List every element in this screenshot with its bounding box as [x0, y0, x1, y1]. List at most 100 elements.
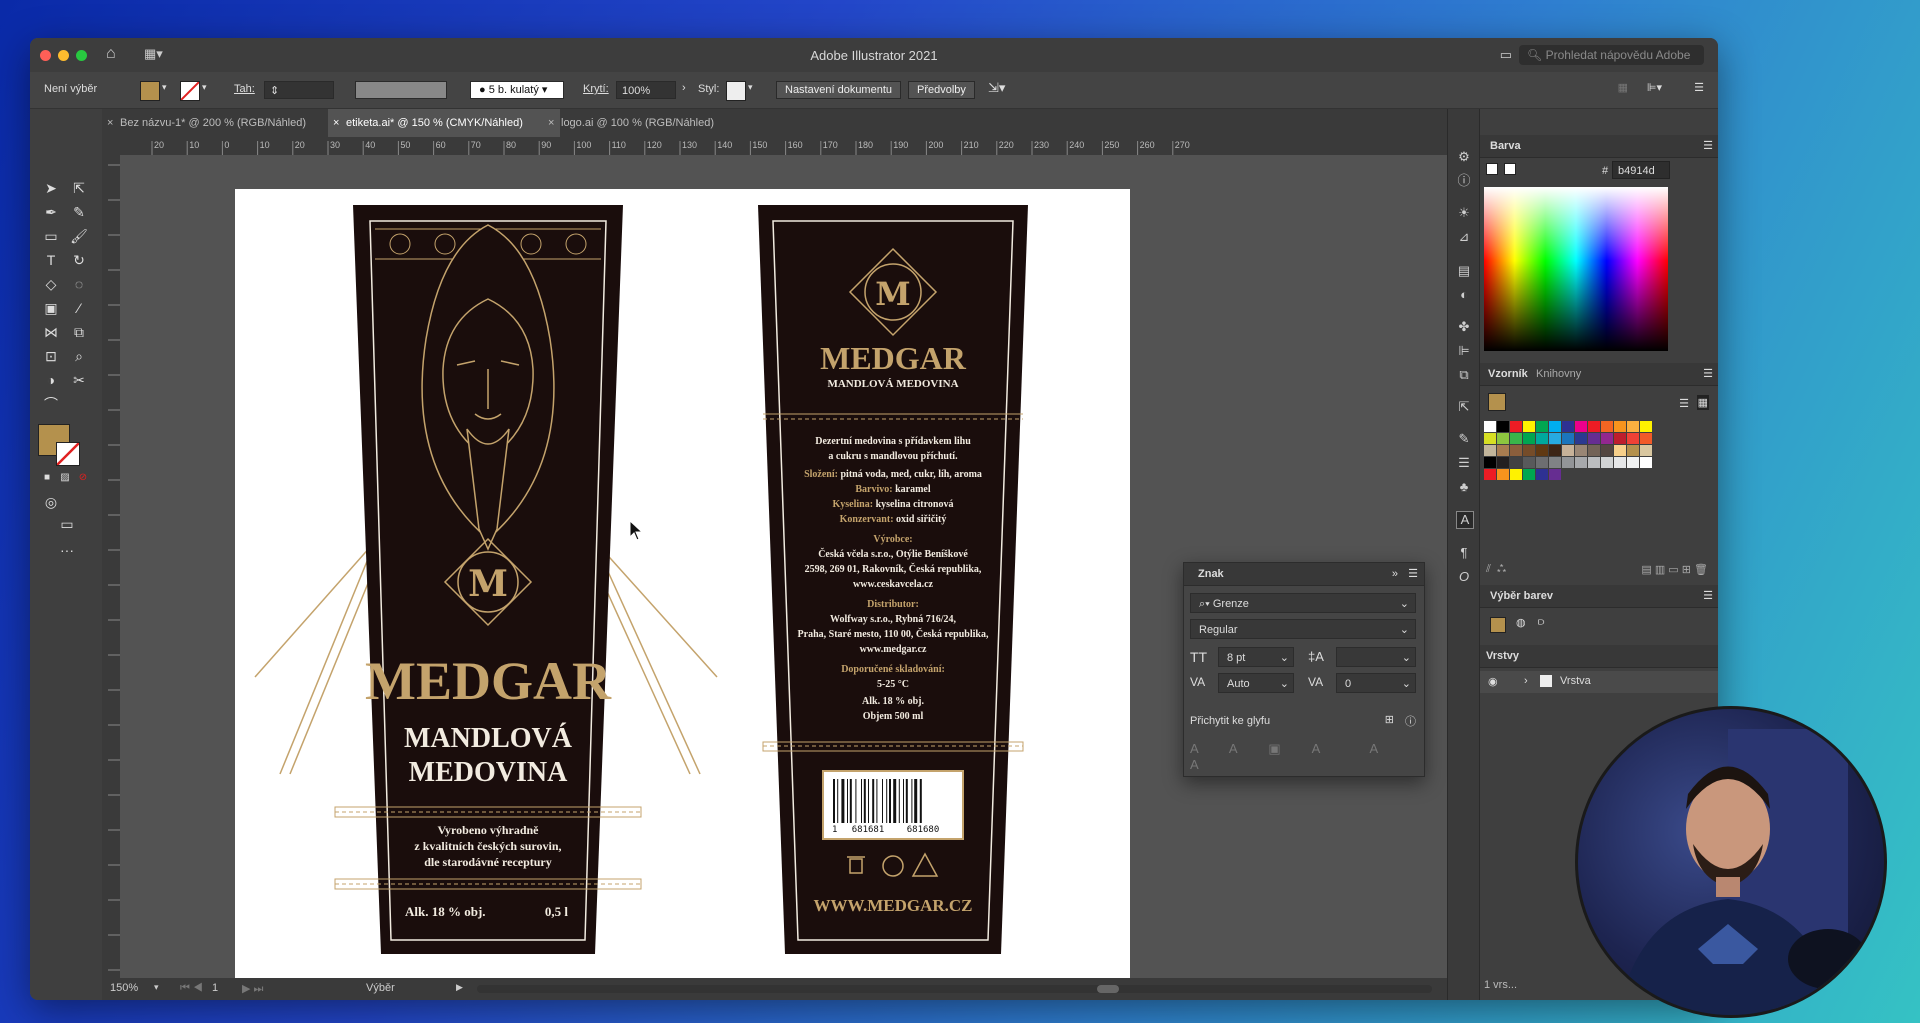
close-tab-icon[interactable]: ×	[333, 109, 339, 137]
color-swatch[interactable]	[1536, 421, 1548, 432]
curvature-tool-icon[interactable]: ✎	[70, 203, 88, 221]
info-icon[interactable]: ⓘ	[1405, 713, 1416, 729]
color-swatch[interactable]	[1510, 469, 1522, 480]
more-tools-icon[interactable]: ···	[58, 541, 76, 559]
color-swatch[interactable]	[1497, 445, 1509, 456]
artboard[interactable]: M MEDGAR MANDLOVÁ MEDOVINA Vyrobeno výhr…	[235, 189, 1130, 978]
color-swatch[interactable]	[1549, 421, 1561, 432]
gradient-tool-icon[interactable]: ▣	[42, 299, 60, 317]
color-swatch[interactable]	[1536, 469, 1548, 480]
draw-mode-icon[interactable]: ◎	[42, 493, 60, 511]
color-swatch[interactable]	[1549, 469, 1561, 480]
color-group-icon[interactable]: ⫐	[1538, 616, 1544, 629]
artboard-nav-icon[interactable]: ⏮ ◀	[180, 982, 203, 995]
character-panel-icon[interactable]: A	[1456, 511, 1474, 529]
live-paint-tool-icon[interactable]: ◑	[42, 371, 60, 389]
character-panel-header[interactable]: Znak » ☰	[1184, 563, 1424, 586]
color-white-icon[interactable]	[1504, 163, 1516, 175]
color-picker-header[interactable]: Výběr barev ☰	[1480, 585, 1718, 608]
color-none-icon[interactable]	[1486, 163, 1498, 175]
symbols-icon[interactable]: ✤	[1456, 319, 1472, 335]
color-swatch[interactable]	[1601, 421, 1613, 432]
eyedropper-tool-icon[interactable]: ⁄	[70, 299, 88, 317]
artboard-tool-icon[interactable]: ⊡	[42, 347, 60, 365]
color-swatch[interactable]	[1575, 433, 1587, 444]
color-swatch[interactable]	[1484, 445, 1496, 456]
artboard-nav-next-icon[interactable]: ▶ ⏭	[242, 982, 263, 996]
glyph-snap-icon[interactable]: ⊞	[1385, 713, 1394, 726]
color-swatch[interactable]	[1627, 421, 1639, 432]
layer-name[interactable]: Vrstva	[1560, 675, 1591, 687]
rotate-tool-icon[interactable]: ↻	[70, 251, 88, 269]
color-swatch[interactable]	[1497, 433, 1509, 444]
leading-field[interactable]: ⌄	[1336, 647, 1416, 667]
tab-libraries[interactable]: Knihovny	[1536, 368, 1581, 380]
scissors-tool-icon[interactable]: ✂	[70, 371, 88, 389]
color-swatch[interactable]	[1536, 433, 1548, 444]
stroke-panel-icon[interactable]: ☰	[1456, 455, 1472, 471]
tab-etiketa[interactable]: × etiketa.ai* @ 150 % (CMYK/Náhled)	[328, 109, 560, 137]
direct-selection-tool-icon[interactable]: ⇱	[70, 179, 88, 197]
transparency-icon[interactable]: ◐	[1456, 287, 1472, 303]
color-swatch[interactable]	[1536, 445, 1548, 456]
align-panel-icon[interactable]: ⊫	[1456, 343, 1472, 359]
pathfinder-icon[interactable]: ⧉	[1456, 367, 1472, 383]
color-swatch[interactable]	[1601, 433, 1613, 444]
color-swatch[interactable]	[1614, 445, 1626, 456]
transform-panel-icon[interactable]: ⊿	[1456, 229, 1472, 245]
color-swatch[interactable]	[1549, 445, 1561, 456]
opentype-icon[interactable]: O	[1456, 569, 1472, 585]
scroll-thumb[interactable]	[1097, 985, 1119, 993]
selection-tool-icon[interactable]: ➤	[42, 179, 60, 197]
picker-swatch[interactable]	[1490, 617, 1506, 633]
brush-definition[interactable]: ● 5 b. kulatý ▾	[470, 81, 564, 99]
color-swatch[interactable]	[1627, 457, 1639, 468]
graphic-style-swatch[interactable]	[726, 81, 746, 101]
swatch-libraries-icon[interactable]: ⫽	[1486, 563, 1491, 575]
panel-menu-icon[interactable]: ☰	[1408, 567, 1418, 580]
color-swatch[interactable]	[1497, 469, 1509, 480]
chevron-down-icon[interactable]: ▾	[748, 82, 753, 93]
rectangle-tool-icon[interactable]: ▭	[42, 227, 60, 245]
color-swatch[interactable]	[1640, 445, 1652, 456]
appearance-icon[interactable]: ☀	[1456, 205, 1472, 221]
paragraph-icon[interactable]: ¶	[1456, 545, 1472, 561]
swatch-actions-icon[interactable]: ▤ ▥ ▭ ⊞ 🗑︎	[1641, 563, 1708, 576]
lasso-tool-icon[interactable]: ◌	[70, 275, 88, 293]
color-swatch[interactable]	[1627, 433, 1639, 444]
color-swatch[interactable]	[1510, 433, 1522, 444]
export-icon[interactable]: ⇱	[1456, 399, 1472, 415]
align-panel-icon[interactable]: ⊫▾	[1647, 81, 1662, 94]
paintbrush-tool-icon[interactable]: 🖌︎	[70, 227, 88, 245]
symbols-club-icon[interactable]: ♣	[1456, 479, 1472, 495]
properties-icon[interactable]: ⚙	[1456, 149, 1472, 165]
color-swatch[interactable]	[1497, 457, 1509, 468]
type-tool-icon[interactable]: T	[42, 251, 60, 269]
play-icon[interactable]: ▶	[456, 982, 463, 993]
pen-tool-icon[interactable]: ✒	[42, 203, 60, 221]
vertical-ruler[interactable]	[102, 155, 121, 978]
visibility-eye-icon[interactable]: ◉	[1488, 675, 1498, 688]
help-search-input[interactable]: 🔍︎ Prohledat nápovědu Adobe	[1519, 45, 1704, 65]
color-swatch[interactable]	[1484, 469, 1496, 480]
color-swatch[interactable]	[1536, 457, 1548, 468]
tracking-field[interactable]: 0 ⌄	[1336, 673, 1416, 693]
color-swatch[interactable]	[1497, 421, 1509, 432]
horizontal-ruler[interactable]: 20 10 0 10 20 30 40 50 60 70 80 90 100 110 120 130 140 15…	[102, 137, 1447, 156]
color-swatch[interactable]	[1575, 421, 1587, 432]
color-swatch[interactable]	[1640, 433, 1652, 444]
expand-chevron-icon[interactable]: ›	[1524, 675, 1528, 687]
kerning-field[interactable]: Auto ⌄	[1218, 673, 1294, 693]
arc-tool-icon[interactable]: ⌒	[42, 395, 60, 413]
color-swatch[interactable]	[1523, 457, 1535, 468]
menu-icon[interactable]: ☰	[1694, 81, 1704, 94]
color-swatch[interactable]	[1484, 421, 1496, 432]
color-swatch[interactable]	[1523, 421, 1535, 432]
swatch-kinds-icon[interactable]: ⁂	[1497, 563, 1506, 575]
color-swatch[interactable]	[1627, 445, 1639, 456]
preferences-button[interactable]: Předvolby	[908, 81, 975, 99]
color-swatch[interactable]	[1510, 457, 1522, 468]
stroke-weight-field[interactable]: ⇕	[264, 81, 334, 99]
brushes-icon[interactable]: ✎	[1456, 431, 1472, 447]
chevron-down-icon[interactable]: ▾	[202, 82, 207, 93]
